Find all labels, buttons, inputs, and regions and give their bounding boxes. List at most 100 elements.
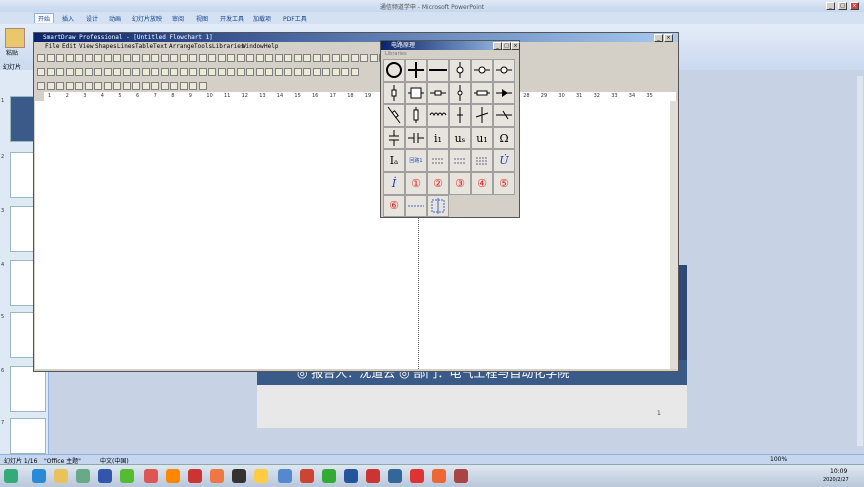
node-horizontal-icon[interactable]: [471, 59, 493, 82]
dashed-box-icon[interactable]: [427, 194, 449, 218]
tab-home[interactable]: 开始: [34, 13, 55, 23]
resistor-horizontal-icon[interactable]: [471, 81, 493, 105]
toolbar-button[interactable]: [189, 68, 197, 76]
dashed-lines-icon[interactable]: [427, 149, 449, 172]
toolbar-button[interactable]: [132, 68, 140, 76]
capacitor-vertical-icon[interactable]: [383, 126, 405, 150]
toolbar-button[interactable]: [350, 54, 359, 62]
symbol-cell[interactable]: İ: [383, 171, 405, 195]
toolbar-button[interactable]: [331, 68, 340, 76]
close-button[interactable]: ×: [511, 42, 520, 50]
minimize-button[interactable]: _: [493, 42, 502, 50]
toolbar-button[interactable]: [360, 54, 368, 62]
toolbar-button[interactable]: [236, 68, 245, 76]
toolbar-button[interactable]: [46, 68, 55, 76]
app-icon[interactable]: [366, 469, 380, 483]
slide-thumbnail[interactable]: [10, 418, 46, 454]
cross-icon[interactable]: [405, 59, 427, 82]
toolbar-button[interactable]: [103, 68, 112, 76]
zoom-level[interactable]: 100%: [770, 456, 787, 463]
toolbar-button[interactable]: [284, 68, 292, 76]
menu-libraries[interactable]: Libraries: [212, 43, 245, 50]
menu-arrange[interactable]: Arrange: [169, 43, 194, 50]
menu-help[interactable]: Help: [264, 43, 278, 50]
toolbar-button[interactable]: [56, 68, 64, 76]
toolbar-button[interactable]: [65, 68, 74, 76]
dashed-lines-2-icon[interactable]: [449, 149, 471, 172]
toolbar-button[interactable]: [151, 68, 159, 76]
start-icon[interactable]: [4, 469, 18, 483]
menu-window[interactable]: Window: [242, 43, 264, 50]
menu-file[interactable]: File: [45, 43, 59, 50]
toolbar-button[interactable]: [56, 54, 64, 62]
tab-insert[interactable]: 插入: [62, 14, 74, 23]
app-icon[interactable]: [210, 469, 224, 483]
tab-design[interactable]: 设计: [86, 14, 98, 23]
toolbar-button[interactable]: [274, 68, 283, 76]
app-icon[interactable]: [188, 469, 202, 483]
coil-icon[interactable]: [427, 104, 449, 127]
minimize-button[interactable]: _: [826, 2, 835, 10]
toolbar-button[interactable]: [284, 54, 292, 62]
menu-shapes[interactable]: Shapes: [95, 43, 117, 50]
vertical-scrollbar[interactable]: [857, 76, 863, 446]
toolbar-button[interactable]: [75, 68, 83, 76]
dashed-lines-3-icon[interactable]: [471, 149, 493, 172]
canvas-scrollbar[interactable]: [670, 101, 678, 369]
tab-slideshow[interactable]: 幻灯片放映: [132, 14, 162, 23]
toolbar-button[interactable]: [246, 54, 254, 62]
close-button[interactable]: ×: [850, 2, 859, 10]
toolbar-button[interactable]: [37, 82, 45, 90]
toolbar-button[interactable]: [369, 54, 378, 62]
toolbar-button[interactable]: [46, 82, 55, 90]
toolbar-button[interactable]: [246, 68, 254, 76]
toolbar-button[interactable]: [189, 82, 197, 90]
toolbar-button[interactable]: [189, 54, 197, 62]
toolbar-button[interactable]: [160, 82, 169, 90]
qq-icon[interactable]: [232, 469, 246, 483]
wechat-icon[interactable]: [322, 469, 336, 483]
arrow-source-icon[interactable]: [493, 104, 515, 127]
toolbar-button[interactable]: [160, 54, 169, 62]
toolbar-button[interactable]: [84, 68, 93, 76]
toolbar-button[interactable]: [227, 54, 235, 62]
tab-addins[interactable]: 加载项: [253, 14, 271, 23]
app-icon[interactable]: [254, 469, 268, 483]
app-icon[interactable]: [300, 469, 314, 483]
diode-icon[interactable]: [493, 81, 515, 105]
toolbar-button[interactable]: [198, 54, 207, 62]
menu-table[interactable]: Table: [135, 43, 153, 50]
media-icon[interactable]: [76, 469, 90, 483]
paste-icon[interactable]: [5, 28, 25, 48]
toolbar-button[interactable]: [208, 68, 216, 76]
maximize-button[interactable]: □: [838, 2, 847, 10]
toolbar-button[interactable]: [94, 82, 102, 90]
tab-review[interactable]: 审阅: [172, 14, 184, 23]
symbol-cell[interactable]: ③: [449, 171, 471, 195]
app-icon[interactable]: [388, 469, 402, 483]
symbol-cell[interactable]: i₁: [427, 126, 449, 150]
toolbar-button[interactable]: [37, 54, 45, 62]
menu-text[interactable]: Text: [153, 43, 167, 50]
circle-icon[interactable]: [383, 59, 405, 82]
toolbar-button[interactable]: [103, 82, 112, 90]
toolbar-button[interactable]: [75, 82, 83, 90]
symbol-cell[interactable]: Iₐ: [383, 149, 405, 172]
toolbar-button[interactable]: [322, 68, 330, 76]
fuse-horizontal-icon[interactable]: [427, 81, 449, 105]
toolbar-button[interactable]: [303, 68, 311, 76]
toolbar-button[interactable]: [84, 54, 93, 62]
menu-edit[interactable]: Edit: [62, 43, 76, 50]
powerpoint-icon[interactable]: [432, 469, 446, 483]
toolbar-button[interactable]: [170, 68, 178, 76]
toolbar-button[interactable]: [151, 82, 159, 90]
toolbar-button[interactable]: [265, 68, 273, 76]
toolbar-button[interactable]: [113, 82, 121, 90]
symbol-cell[interactable]: uₛ: [449, 126, 471, 150]
toolbar-button[interactable]: [65, 82, 74, 90]
toolbar-button[interactable]: [94, 54, 102, 62]
toolbar-button[interactable]: [122, 82, 131, 90]
toolbar-button[interactable]: [227, 68, 235, 76]
symbol-cell[interactable]: Ω: [493, 126, 515, 150]
toolbar-button[interactable]: [179, 68, 188, 76]
